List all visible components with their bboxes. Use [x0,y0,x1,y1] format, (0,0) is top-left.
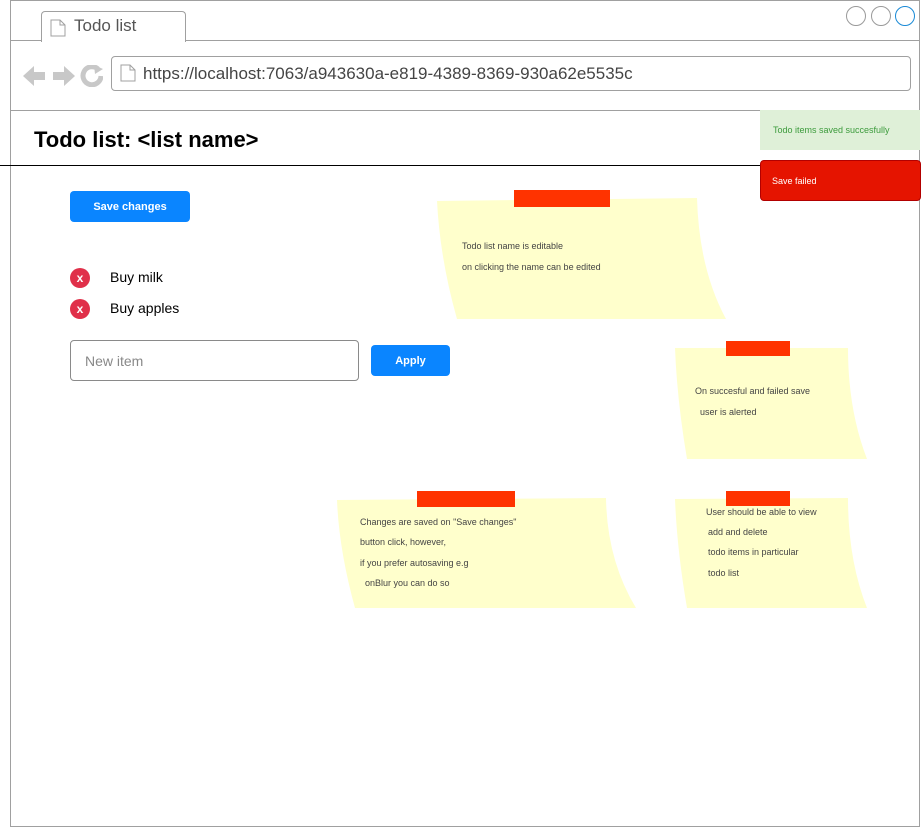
note-text: if you prefer autosaving e.g [360,558,469,568]
note-text: todo list [708,568,740,578]
window-button-icon[interactable] [871,6,891,26]
note-text: button click, however, [360,537,447,547]
sticky-note: User should be able to view add and dele… [675,490,868,610]
document-icon [120,64,136,87]
delete-icon[interactable]: x [70,299,90,319]
note-text: On succesful and failed save [695,386,811,396]
address-bar: https://localhost:7063/a943630a-e819-438… [11,41,919,111]
forward-arrow-icon[interactable] [53,66,75,86]
note-text: add and delete [708,527,768,537]
delete-icon[interactable]: x [70,268,90,288]
error-toast: Save failed [760,160,921,201]
note-text: user is alerted [700,407,757,417]
note-text: onBlur you can do so [365,578,450,588]
note-text: todo items in particular [708,547,799,557]
todo-item-label: Buy milk [110,269,163,285]
save-changes-button[interactable]: Save changes [70,191,190,222]
window-button-icon[interactable] [846,6,866,26]
back-arrow-icon[interactable] [23,66,45,86]
browser-tab[interactable]: Todo list [41,11,186,42]
navigation-controls [23,64,104,92]
note-text: Todo list name is editable [462,241,564,251]
page-title[interactable]: Todo list: <list name> [34,127,259,153]
todo-item-label: Buy apples [110,300,180,316]
note-text: Changes are saved on "Save changes" [360,517,517,527]
url-text: https://localhost:7063/a943630a-e819-438… [143,64,633,83]
browser-tab-bar: Todo list [11,1,919,42]
tab-title: Todo list [74,16,137,35]
success-toast: Todo items saved succesfully [760,110,920,150]
sticky-note: Changes are saved on "Save changes" butt… [337,490,637,610]
note-text: on clicking the name can be edited [462,262,601,272]
new-item-input[interactable] [70,340,359,381]
apply-button[interactable]: Apply [371,345,450,376]
sticky-note: On succesful and failed save user is ale… [675,340,868,461]
title-divider [0,165,762,166]
url-field[interactable]: https://localhost:7063/a943630a-e819-438… [111,56,911,91]
window-button-icon[interactable] [895,6,915,26]
document-icon [50,19,66,42]
sticky-note: Todo list name is editable on clicking t… [437,189,727,321]
note-text: User should be able to view [706,507,817,517]
reload-icon[interactable] [80,64,104,88]
